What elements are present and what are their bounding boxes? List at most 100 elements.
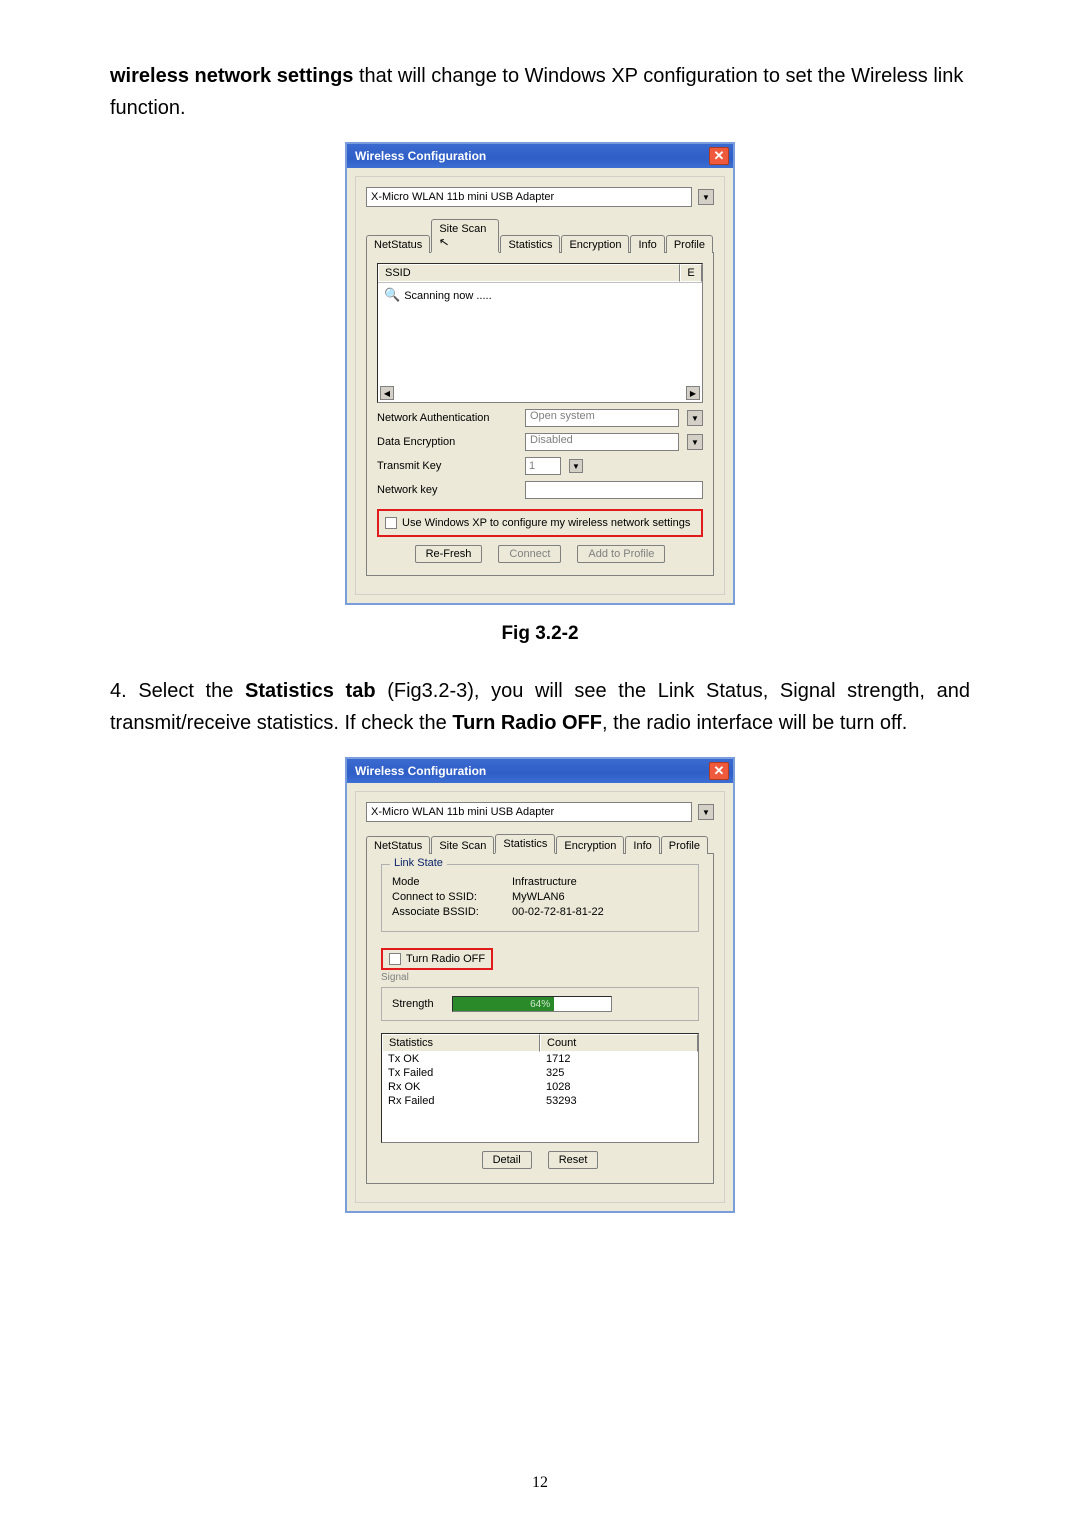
ssid-label: Connect to SSID:	[392, 891, 512, 903]
tab-statistics[interactable]: Statistics	[495, 834, 555, 854]
tab-netstatus-label: NetStatus	[374, 840, 422, 852]
tabs: NetStatus Site Scan ↖ Statistics Encrypt…	[366, 219, 714, 253]
netauth-label: Network Authentication	[377, 412, 517, 424]
connect-button[interactable]: Connect	[498, 545, 561, 563]
adapter-dropdown[interactable]: X-Micro WLAN 11b mini USB Adapter	[366, 187, 692, 207]
network-list-body: 🔍Scanning now .....	[378, 283, 702, 386]
strength-row: Strength 64%	[392, 996, 688, 1012]
linkstate-fieldset: Link State Mode Infrastructure Connect t…	[381, 864, 699, 932]
txkey-label: Transmit Key	[377, 460, 517, 472]
txkey-dropdown[interactable]: 1	[525, 457, 561, 475]
table-row: Tx Failed 325	[382, 1066, 698, 1080]
tab-encryption[interactable]: Encryption	[556, 836, 624, 854]
highlight-turnoff: Turn Radio OFF	[381, 948, 493, 970]
chevron-down-icon[interactable]: ▼	[569, 459, 583, 473]
chevron-down-icon[interactable]: ▼	[687, 410, 703, 426]
refresh-button-label: Re-Fresh	[426, 548, 472, 560]
tab-info-label: Info	[638, 239, 656, 251]
wireless-config-dialog-1: Wireless Configuration ✕ X-Micro WLAN 11…	[345, 142, 735, 605]
tab-sitescan[interactable]: Site Scan ↖	[431, 219, 499, 253]
stat-count: 1712	[540, 1052, 698, 1066]
adapter-dropdown-value: X-Micro WLAN 11b mini USB Adapter	[371, 806, 554, 818]
stats-table-body: Tx OK 1712 Tx Failed 325 Rx OK 1028 Rx	[382, 1052, 698, 1142]
add-profile-button[interactable]: Add to Profile	[577, 545, 665, 563]
chevron-down-icon[interactable]: ▼	[687, 434, 703, 450]
tab-statistics-label: Statistics	[508, 239, 552, 251]
table-row: Rx OK 1028	[382, 1080, 698, 1094]
dataenc-label: Data Encryption	[377, 436, 517, 448]
refresh-button[interactable]: Re-Fresh	[415, 545, 483, 563]
reset-button[interactable]: Reset	[548, 1151, 599, 1169]
table-row: Rx Failed 53293	[382, 1094, 698, 1108]
close-icon[interactable]: ✕	[709, 147, 729, 165]
netauth-dropdown[interactable]: Open system	[525, 409, 679, 427]
list-scroll: ◀ ▶	[378, 386, 702, 402]
usexp-label: Use Windows XP to configure my wireless …	[402, 517, 690, 529]
tab-statistics[interactable]: Statistics	[500, 235, 560, 253]
dataenc-dropdown[interactable]: Disabled	[525, 433, 679, 451]
add-profile-button-label: Add to Profile	[588, 548, 654, 560]
tab-netstatus[interactable]: NetStatus	[366, 235, 430, 253]
mode-label: Mode	[392, 876, 512, 888]
close-icon[interactable]: ✕	[709, 762, 729, 780]
tab-sitescan-label: Site Scan	[439, 223, 486, 235]
signal-legend: Signal	[381, 972, 699, 983]
adapter-dropdown[interactable]: X-Micro WLAN 11b mini USB Adapter	[366, 802, 692, 822]
adapter-dropdown-value: X-Micro WLAN 11b mini USB Adapter	[371, 191, 554, 203]
usexp-checkbox-row[interactable]: Use Windows XP to configure my wireless …	[385, 517, 695, 529]
p2-prefix: 4. Select the	[110, 680, 245, 702]
reset-button-label: Reset	[559, 1154, 588, 1166]
col-e: E	[680, 264, 702, 282]
chevron-down-icon[interactable]: ▼	[698, 189, 714, 205]
stat-name: Rx Failed	[382, 1094, 540, 1108]
intro-paragraph: wireless network settings that will chan…	[110, 60, 970, 124]
intro-bold: wireless network settings	[110, 65, 353, 87]
scanning-text: Scanning now .....	[404, 290, 491, 302]
tab-encryption-label: Encryption	[569, 239, 621, 251]
titlebar: Wireless Configuration ✕	[347, 144, 733, 168]
netkey-input[interactable]	[525, 481, 703, 499]
tab-sitescan[interactable]: Site Scan	[431, 836, 494, 854]
stat-name: Tx OK	[382, 1052, 540, 1066]
tab-info[interactable]: Info	[630, 235, 664, 253]
linkstate-legend: Link State	[390, 857, 447, 869]
tab-info[interactable]: Info	[625, 836, 659, 854]
stat-count: 325	[540, 1066, 698, 1080]
button-row-2: Detail Reset	[381, 1151, 699, 1169]
ssid-value: MyWLAN6	[512, 891, 565, 903]
adapter-row: X-Micro WLAN 11b mini USB Adapter ▼	[366, 187, 714, 207]
strength-progress-fill: 64%	[453, 997, 554, 1011]
figure-2: Wireless Configuration ✕ X-Micro WLAN 11…	[110, 757, 970, 1213]
checkbox-icon[interactable]	[385, 517, 397, 529]
network-list-header: SSID E	[378, 264, 702, 283]
kv-bssid: Associate BSSID: 00-02-72-81-81-22	[392, 906, 688, 918]
scroll-left-icon[interactable]: ◀	[380, 386, 394, 400]
tab-profile[interactable]: Profile	[666, 235, 713, 253]
tab-profile[interactable]: Profile	[661, 836, 708, 854]
highlight-usexp: Use Windows XP to configure my wireless …	[377, 509, 703, 537]
detail-button[interactable]: Detail	[482, 1151, 532, 1169]
bssid-label: Associate BSSID:	[392, 906, 512, 918]
figure-1-caption: Fig 3.2-2	[110, 623, 970, 645]
page-number: 12	[0, 1474, 1080, 1492]
titlebar: Wireless Configuration ✕	[347, 759, 733, 783]
scroll-right-icon[interactable]: ▶	[686, 386, 700, 400]
tab-netstatus[interactable]: NetStatus	[366, 836, 430, 854]
row-netauth: Network Authentication Open system ▼	[377, 409, 703, 427]
cursor-icon: ↖	[438, 234, 450, 250]
checkbox-icon[interactable]	[389, 953, 401, 965]
network-list[interactable]: SSID E 🔍Scanning now ..... ◀ ▶	[377, 263, 703, 403]
wireless-config-dialog-2: Wireless Configuration ✕ X-Micro WLAN 11…	[345, 757, 735, 1213]
p2-bold1: Statistics tab	[245, 680, 376, 702]
chevron-down-icon[interactable]: ▼	[698, 804, 714, 820]
strength-percent: 64%	[530, 999, 550, 1010]
stat-name: Tx Failed	[382, 1066, 540, 1080]
stat-count: 53293	[540, 1094, 698, 1108]
tab-encryption[interactable]: Encryption	[561, 235, 629, 253]
stat-name: Rx OK	[382, 1080, 540, 1094]
tab-sitescan-label: Site Scan	[439, 840, 486, 852]
netauth-value: Open system	[530, 410, 595, 422]
p2-bold2: Turn Radio OFF	[452, 712, 602, 734]
row-txkey: Transmit Key 1 ▼	[377, 457, 703, 475]
bssid-value: 00-02-72-81-81-22	[512, 906, 604, 918]
